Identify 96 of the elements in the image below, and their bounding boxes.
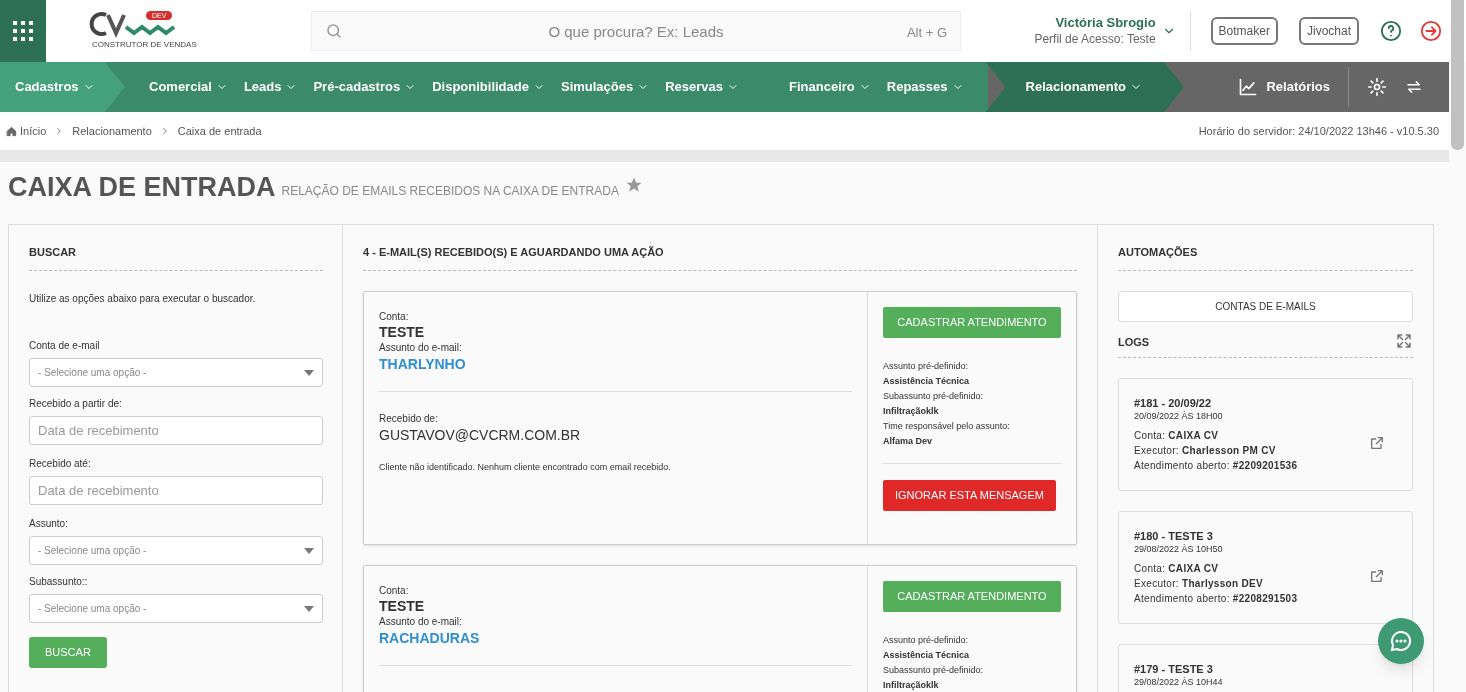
home-icon [6, 125, 17, 137]
account-name: TESTE [379, 598, 426, 614]
field-label: Assunto: [29, 517, 69, 531]
dropdown-arrow-icon [304, 605, 314, 612]
field-value: Infiltraçãoklk [883, 679, 940, 692]
field-label: Recebido de: [379, 412, 439, 426]
breadcrumb-link[interactable]: Caixa de entrada [177, 122, 262, 140]
user-name: Victória Sbrogio [1055, 15, 1156, 31]
log-title: #180 - TESTE 3 [1134, 529, 1214, 543]
chat-bubble-icon [1389, 629, 1413, 653]
external-link-icon [1369, 568, 1385, 584]
register-button[interactable]: CADASTRAR ATENDIMENTO [883, 307, 1061, 338]
breadcrumb-link[interactable]: Relacionamento [72, 122, 152, 140]
log-date: 29/08/2022 ÀS 10H44 [1134, 676, 1224, 688]
select-field[interactable]: - Selecione uma opção - [29, 594, 323, 623]
apps-menu-button[interactable] [0, 0, 46, 62]
select-field[interactable]: - Selecione uma opção - [29, 536, 323, 565]
search-hint: Utilize as opções abaixo para executar o buscador. [29, 292, 257, 306]
nav-menu-item[interactable]: Disponibilidade [430, 70, 547, 104]
line-chart-icon [1238, 77, 1259, 97]
log-date: 29/08/2022 ÀS 10H50 [1134, 543, 1224, 555]
dropdown-arrow-icon [304, 547, 314, 554]
star-icon [624, 176, 643, 194]
external-link-icon [1369, 435, 1385, 451]
field-value: Infiltraçãoklk [883, 405, 940, 418]
field-label: Subassunto pré-definido: [883, 390, 985, 403]
search-button[interactable]: BUSCAR [29, 637, 107, 668]
field-label: Recebido até: [29, 457, 92, 471]
field-label: Conta: [379, 310, 410, 324]
settings-icon [1367, 77, 1387, 97]
search-icon [325, 22, 343, 40]
select-field[interactable]: - Selecione uma opção - [29, 358, 323, 387]
reports-label: Relatórios [1266, 78, 1330, 97]
field-label: Time responsável pelo assunto: [883, 420, 1011, 433]
identification-note: Cliente não identificado. Nenhum cliente encontrado com email recebido. [379, 461, 672, 474]
field-label: Assunto pré-definido: [883, 634, 970, 647]
nav-menu-item[interactable]: Reservas [663, 70, 742, 104]
log-detail: Executor: Tharlysson DEV [1134, 577, 1264, 591]
reports-button[interactable]: Relatórios [1220, 77, 1348, 97]
select-placeholder: - Selecione uma opção - [38, 366, 148, 380]
section-title: 4 - E-MAIL(S) RECEBIDO(S) E AGUARDANDO UMA AÇÃO [363, 225, 1077, 271]
email-subject: THARLYNHO [379, 355, 852, 392]
header-button[interactable]: Botmaker [1210, 17, 1278, 45]
nav-menu-item[interactable]: Simulações [558, 70, 652, 104]
field-label: Assunto pré-definido: [883, 360, 970, 373]
nav-menu-item[interactable]: Pré-cadastros [311, 70, 419, 104]
log-title: #181 - 20/09/22 [1134, 396, 1213, 410]
field-label: Recebido a partir de: [29, 397, 123, 411]
field-label: Assunto do e-mail: [379, 341, 463, 355]
log-detail: Conta: CAIXA CV [1134, 429, 1220, 443]
log-detail: Executor: Charlesson PM CV [1134, 444, 1277, 458]
section-title: LOGS [1118, 334, 1150, 350]
field-value: Assistência Técnica [883, 649, 971, 662]
sender-email: GUSTAVOV@CVCRM.COM.BR [379, 426, 582, 444]
user-profile: Perfil de Acesso: Teste [1034, 31, 1156, 47]
field-label: Assunto do e-mail: [379, 615, 463, 629]
nav-menu-item[interactable]: Cadastros [13, 70, 97, 104]
log-detail: Atendimento aberto: #2208291503 [1134, 592, 1299, 606]
section-title: BUSCAR [29, 225, 323, 271]
shortcut-hint: Alt + G [906, 24, 947, 42]
logout-icon [1420, 20, 1442, 42]
field-label: Conta de e-mail [29, 339, 101, 353]
email-accounts-button[interactable]: CONTAS DE E-MAILS [1118, 291, 1413, 322]
nav-menu-item[interactable]: Repasses [884, 70, 966, 104]
field-label: Conta: [379, 584, 410, 598]
date-input-field[interactable]: Data de recebimento [29, 476, 323, 505]
scrollbar-thumb[interactable] [1451, 0, 1464, 150]
section-title: AUTOMAÇÕES [1118, 225, 1413, 271]
field-value: Assistência Técnica [883, 375, 971, 388]
field-label: Subassunto pré-definido: [883, 664, 985, 677]
ignore-button[interactable]: IGNORAR ESTA MENSAGEM [883, 480, 1056, 511]
select-placeholder: - Selecione uma opção - [38, 544, 148, 558]
header-button[interactable]: Jivochat [1298, 17, 1359, 45]
page-title: CAIXA DE ENTRADA [8, 172, 276, 202]
swap-arrows-icon [1405, 78, 1423, 96]
log-detail: Atendimento aberto: #2209201536 [1134, 459, 1299, 473]
date-input-field[interactable]: Data de recebimento [29, 416, 323, 445]
log-date: 20/09/2022 ÀS 18H00 [1134, 410, 1224, 422]
email-subject: RACHADURAS [379, 629, 852, 666]
field-value: Alfama Dev [883, 435, 934, 448]
account-name: TESTE [379, 324, 426, 340]
expand-icon [1395, 332, 1413, 350]
server-time: Horário do servidor: 24/10/2022 13h46 - v10.5.30 [1198, 123, 1439, 139]
help-icon [1380, 20, 1402, 42]
log-title: #179 - TESTE 3 [1134, 662, 1214, 676]
register-button[interactable]: CADASTRAR ATENDIMENTO [883, 581, 1061, 612]
field-label: Subassunto:: [29, 575, 89, 589]
page-subtitle: RELAÇÃO DE EMAILS RECEBIDOS NA CAIXA DE ENTRADA [281, 183, 619, 200]
dropdown-arrow-icon [304, 369, 314, 376]
nav-menu-item[interactable]: Leads [241, 70, 300, 104]
select-placeholder: - Selecione uma opção - [38, 602, 148, 616]
logo-caption: CONSTRUTOR DE VENDAS [92, 40, 197, 49]
nav-menu-item[interactable]: Financeiro [787, 70, 873, 104]
nav-menu-item[interactable]: Comercial [147, 70, 230, 104]
breadcrumb-link[interactable]: Início [20, 122, 47, 140]
log-detail: Conta: CAIXA CV [1134, 562, 1220, 576]
